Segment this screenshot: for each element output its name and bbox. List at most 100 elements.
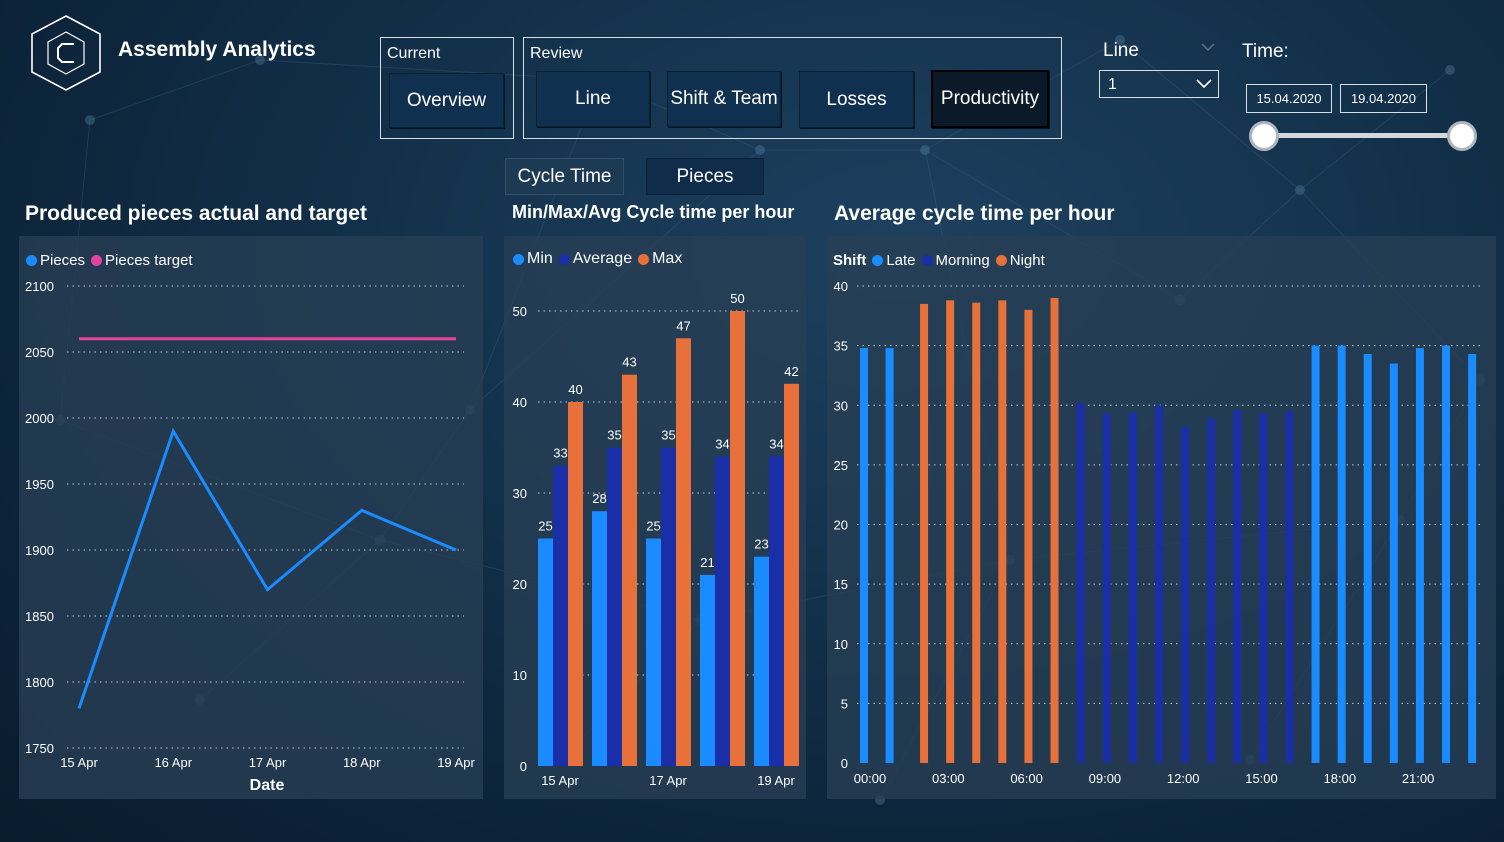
end-date-input[interactable]: 19.04.2020 [1340,84,1427,113]
data-label: 28 [592,491,606,506]
data-label: 42 [784,364,798,379]
average-bar [607,447,622,766]
hour-bar-night [972,302,981,763]
x-tick-label: 21:00 [1402,771,1435,786]
y-tick-label: 10 [513,668,527,683]
x-tick-label: 16 Apr [154,755,192,770]
data-label: 33 [553,446,567,461]
y-tick-label: 1800 [25,675,54,690]
time-filter-label: Time: [1242,41,1289,62]
tab-cycle-time[interactable]: Cycle Time [505,158,624,195]
max-bar [784,383,799,766]
hour-bar-late [1415,348,1424,763]
y-tick-label: 30 [834,398,848,413]
hour-bar-late [1311,345,1320,763]
review-group-label: Review [530,45,583,62]
x-axis-label: Date [250,777,285,794]
x-tick-label: 18 Apr [343,755,381,770]
pieces-line [77,427,457,709]
average-bar [715,456,730,766]
losses-button[interactable]: Losses [799,71,914,128]
productivity-button[interactable]: Productivity [931,70,1049,128]
y-tick-label: 2050 [25,345,54,360]
hour-bar-morning [1181,426,1190,763]
x-tick-label: 12:00 [1167,771,1200,786]
hour-bar-morning [1285,411,1294,763]
date-range-end-handle[interactable] [1447,121,1477,151]
hour-bar-morning [1102,413,1111,763]
y-tick-label: 30 [513,486,527,501]
tab-pieces[interactable]: Pieces [646,158,764,195]
network-link [89,59,261,121]
cycle-time-chart: 0 10 20 30 40 50 25 33 40 15 Apr 28 35 43 25 35 47 17 Ap… [513,291,800,788]
hour-bar-morning [1154,405,1163,763]
network-node [1445,65,1455,75]
data-label: 21 [700,555,714,570]
y-tick-label: 1850 [25,609,54,624]
start-date-input[interactable]: 15.04.2020 [1246,84,1332,113]
y-tick-label: 20 [513,577,527,592]
network-node [1295,185,1305,195]
hour-bar-late [1337,345,1346,763]
data-label: 23 [754,537,768,552]
data-label: 25 [538,519,552,534]
x-tick-label: 00:00 [854,771,887,786]
hour-bar-night [946,300,955,763]
y-tick-label: 1750 [25,741,54,756]
hour-bar-morning [1207,418,1216,763]
hour-bar-night [1024,309,1033,763]
data-label: 34 [769,437,783,452]
produced-pieces-title: Produced pieces actual and target [25,202,367,225]
y-tick-label: 1900 [25,543,54,558]
average-bar [553,465,568,766]
network-node [755,145,765,155]
data-label: 47 [676,318,690,333]
line-button[interactable]: Line [536,71,650,127]
y-tick-label: 40 [834,279,848,294]
x-tick-label: 17 Apr [649,773,687,788]
max-bar [568,402,583,766]
x-tick-label: 18:00 [1324,771,1357,786]
produced-pieces-chart: 1750 1800 1850 1900 1950 2000 2050 2100 15 Apr 16… [25,279,475,794]
date-range-start-handle[interactable] [1249,121,1279,151]
overview-button[interactable]: Overview [389,73,504,128]
min-bar [538,538,553,766]
min-bar [646,538,661,766]
hour-bar-late [1442,345,1451,763]
average-bar [661,447,676,766]
cycle-time-title: Min/Max/Avg Cycle time per hour [512,202,795,222]
hour-bar-morning [1233,410,1242,763]
min-bar [592,511,607,766]
min-bar [754,556,769,766]
x-tick-label: 15 Apr [60,755,98,770]
max-bar [730,311,745,766]
hour-bar-late [885,348,894,763]
hour-bar-night [998,300,1007,763]
hour-bar-late [1389,363,1398,763]
x-tick-label: 19 Apr [757,773,795,788]
hexagon-c-logo-icon [31,15,101,91]
x-tick-label: 19 Apr [437,755,475,770]
y-tick-label: 50 [513,304,527,319]
y-tick-label: 0 [841,756,848,771]
y-tick-label: 0 [520,759,527,774]
y-tick-label: 2000 [25,411,54,426]
line-filter-label: Line [1103,40,1139,61]
current-nav-group: Current Overview [380,37,514,139]
shift-team-button[interactable]: Shift & Team [667,71,781,127]
y-tick-label: 10 [834,637,848,652]
y-tick-label: 15 [834,577,848,592]
x-tick-label: 17 Apr [249,755,287,770]
y-tick-label: 35 [834,339,848,354]
x-tick-label: 15 Apr [541,773,579,788]
data-label: 40 [568,382,582,397]
data-label: 43 [622,355,636,370]
data-label: 34 [715,437,729,452]
data-label: 50 [730,291,744,306]
chevron-down-icon[interactable] [1195,78,1213,89]
y-tick-label: 40 [513,395,527,410]
avg-cycle-title: Average cycle time per hour [834,202,1115,225]
current-group-label: Current [387,45,441,62]
date-range-slider-track[interactable] [1264,133,1462,138]
y-tick-label: 1950 [25,477,54,492]
